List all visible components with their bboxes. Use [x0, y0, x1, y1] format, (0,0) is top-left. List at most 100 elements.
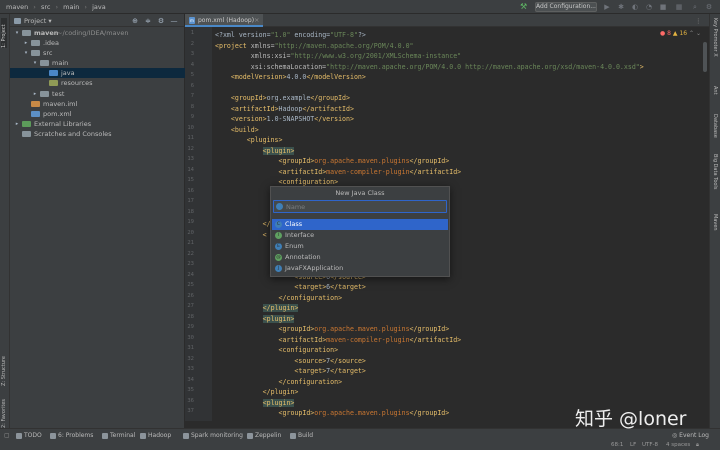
chevron-down-icon[interactable]: ⌄: [696, 30, 701, 37]
breadcrumb-item-src[interactable]: src: [41, 3, 51, 11]
bottom-tool-spark-monitoring[interactable]: Spark monitoring: [183, 432, 243, 439]
tree-item-label: Scratches and Consoles: [34, 129, 112, 138]
stop-icon[interactable]: ■: [658, 2, 668, 12]
tab-list-icon[interactable]: ⋮: [695, 17, 702, 25]
tree-item[interactable]: ▾ src: [10, 48, 185, 58]
editor-scrollbar[interactable]: [703, 42, 707, 72]
class-name-field[interactable]: [273, 200, 447, 213]
tree-item[interactable]: ▾ maven ~/coding/IDEA/maven: [10, 28, 185, 38]
code-line: <source>7</source>: [215, 356, 365, 367]
bottom-tool-terminal[interactable]: Terminal: [102, 432, 135, 439]
coverage-icon[interactable]: ◐: [630, 2, 640, 12]
chevron-right-icon[interactable]: ▸: [32, 89, 38, 99]
code-token: <plugin>: [262, 398, 295, 407]
code-token: org.apache.maven.plugins: [314, 157, 410, 165]
settings-icon[interactable]: ⚙: [704, 2, 714, 12]
chevron-right-icon[interactable]: ▸: [14, 119, 20, 129]
favorites-tool-button[interactable]: 2: Favorites: [1, 392, 7, 428]
inspection-summary[interactable]: ● 8 ▲ 16 ⌃ ⌄: [660, 30, 701, 37]
bottom-tool-hadoop[interactable]: Hadoop: [140, 432, 171, 439]
tree-item[interactable]: Scratches and Consoles: [10, 129, 185, 139]
code-token: </target>: [330, 283, 366, 291]
tree-item[interactable]: ▸ .idea: [10, 38, 185, 48]
maven-tool-button[interactable]: Maven: [712, 214, 718, 240]
project-structure-icon[interactable]: ▦: [674, 2, 684, 12]
class-kind-class[interactable]: C Class: [272, 219, 448, 230]
file-icon: [31, 100, 40, 107]
chevron-down-icon[interactable]: ▾: [23, 48, 29, 58]
file-encoding[interactable]: UTF-8: [642, 442, 658, 448]
code-token: </groupId>: [409, 409, 450, 417]
chevron-down-icon[interactable]: ▾: [14, 28, 20, 38]
bottom-tool-todo[interactable]: TODO: [16, 432, 42, 439]
event-log-button[interactable]: ◎ Event Log: [672, 432, 709, 439]
hide-icon[interactable]: —: [170, 17, 178, 25]
cursor-position[interactable]: 68:1: [611, 442, 623, 448]
code-token: <artifactId>: [278, 167, 327, 176]
warning-count: 16: [679, 30, 688, 37]
search-everywhere-icon[interactable]: ⌕: [690, 2, 700, 12]
tree-item[interactable]: ▸ External Libraries: [10, 119, 185, 129]
class-kind-label: Enum: [285, 242, 304, 250]
expand-all-icon[interactable]: ≑: [144, 17, 152, 25]
class-kind-javafxapplication[interactable]: J JavaFXApplication: [272, 263, 448, 274]
tree-item[interactable]: ▸ test: [10, 89, 185, 99]
tree-item[interactable]: java: [10, 68, 185, 79]
code-line: <configuration>: [215, 345, 339, 356]
tree-item[interactable]: pom.xml: [10, 109, 185, 119]
project-tool-button[interactable]: 1: Project: [1, 18, 7, 48]
code-token: <?xml version=: [215, 31, 271, 39]
ant-tool-button[interactable]: Ant: [712, 86, 718, 106]
tree-item[interactable]: resources: [10, 78, 185, 88]
line-number: 26: [187, 292, 194, 299]
code-line: <plugin>: [215, 398, 295, 409]
chevron-down-icon[interactable]: ▾: [32, 58, 38, 68]
big-data-tools-button[interactable]: Big Data Tools: [712, 154, 718, 204]
warning-icon: ▲: [672, 30, 678, 37]
debug-icon[interactable]: ✱: [616, 2, 626, 12]
database-tool-button[interactable]: Database: [712, 114, 718, 146]
bottom-tool-6-problems[interactable]: 6: Problems: [50, 432, 93, 439]
class-kind-enum[interactable]: E Enum: [272, 241, 448, 252]
project-view-selector[interactable]: Project ▾: [14, 17, 52, 25]
code-token: <target>: [294, 283, 327, 291]
breadcrumb-item-java[interactable]: java: [92, 3, 106, 11]
structure-tool-button[interactable]: Z: Structure: [1, 342, 7, 386]
class-kind-interface[interactable]: I Interface: [272, 230, 448, 241]
locate-icon[interactable]: ⊕: [131, 17, 139, 25]
key-promoter-tool-button[interactable]: Key Promoter X: [712, 18, 718, 74]
indent-setting[interactable]: 4 spaces: [666, 442, 690, 448]
code-token: 1.0-SNAPSHOT: [266, 115, 315, 123]
close-icon[interactable]: ×: [254, 16, 259, 24]
line-number: 28: [187, 313, 194, 320]
breadcrumb-item-maven[interactable]: maven: [6, 3, 28, 11]
kind-icon: @: [275, 254, 282, 261]
add-configuration-button[interactable]: Add Configuration...: [535, 2, 597, 12]
chevron-up-icon[interactable]: ⌃: [689, 30, 694, 37]
toggle-panels-icon[interactable]: ▢: [4, 432, 10, 439]
lock-icon[interactable]: 🔒︎: [696, 442, 699, 449]
chevron-right-icon[interactable]: ▸: [23, 38, 29, 48]
class-kind-annotation[interactable]: @ Annotation: [272, 252, 448, 263]
run-icon[interactable]: ▶: [602, 2, 612, 12]
bottom-tool-build[interactable]: Build: [290, 432, 313, 439]
line-number: 35: [187, 387, 194, 393]
tree-item[interactable]: maven.iml: [10, 99, 185, 109]
class-kind-label: JavaFXApplication: [285, 264, 344, 272]
tool-icon: [247, 432, 253, 439]
profile-icon[interactable]: ◔: [644, 2, 654, 12]
tool-label: Zeppelin: [255, 432, 282, 439]
bottom-tool-bar: ▢ TODO 6: Problems Terminal Hadoop Spark mon…: [0, 428, 720, 450]
tree-item[interactable]: ▾ main: [10, 58, 185, 68]
breadcrumb-item-main[interactable]: main: [63, 3, 79, 11]
tab-pom-xml[interactable]: m pom.xml (Hadoop) ×: [185, 14, 263, 27]
build-hammer-icon[interactable]: ⚒: [520, 2, 530, 12]
gear-icon[interactable]: ⚙: [157, 17, 165, 25]
name-input[interactable]: [286, 201, 444, 212]
line-separator[interactable]: LF: [630, 442, 636, 448]
code-token: <groupId>: [278, 157, 315, 165]
bottom-tool-zeppelin[interactable]: Zeppelin: [247, 432, 281, 439]
